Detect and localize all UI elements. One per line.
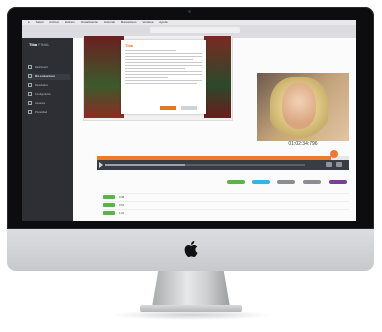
menu-item-historial[interactable]: Historial xyxy=(104,20,115,24)
document-logo: Tiba xyxy=(125,43,134,48)
participant-face xyxy=(282,83,316,129)
sidebar-item-resultados[interactable]: Resultados xyxy=(28,83,70,89)
recorded-website-right xyxy=(204,36,231,118)
tag-pill[interactable] xyxy=(303,180,321,184)
gear-icon xyxy=(28,92,32,97)
menu-item-safari[interactable]: Safari xyxy=(36,20,44,24)
recorded-document-modal: Tiba xyxy=(121,40,206,114)
menu-item-archivo[interactable]: Archivo xyxy=(49,20,59,24)
menu-item-visualizacion[interactable]: Visualización xyxy=(81,20,98,24)
apple-logo-icon xyxy=(184,241,198,257)
sidebar-item-privacidad[interactable]: Privacidad xyxy=(28,110,70,116)
list-icon xyxy=(28,74,32,79)
volume-level xyxy=(105,164,185,166)
play-icon[interactable] xyxy=(99,162,103,168)
tag-pill[interactable] xyxy=(277,180,295,184)
document-cancel-button xyxy=(181,106,197,110)
annotation-tag xyxy=(103,211,115,216)
dashboard-icon xyxy=(28,65,32,70)
chart-icon xyxy=(28,83,32,88)
recorded-website-left xyxy=(84,36,124,118)
tag-pill[interactable] xyxy=(252,180,270,184)
volume-slider[interactable] xyxy=(105,164,305,166)
tag-pill[interactable] xyxy=(227,180,245,184)
monitor-stand xyxy=(152,271,230,307)
settings-icon[interactable] xyxy=(326,162,332,167)
browser-tab[interactable] xyxy=(150,27,240,33)
apple-menu-icon[interactable]: ● xyxy=(28,20,30,24)
monitor-foot xyxy=(140,305,242,312)
sidebar-item-dashboard[interactable]: Dashboard xyxy=(28,65,70,71)
sidebar-item-usuarios[interactable]: Usuarios xyxy=(28,101,70,107)
webcam-icon xyxy=(188,10,191,13)
lock-icon xyxy=(28,110,32,115)
video-timecode: 01:02:34:796 xyxy=(288,141,318,147)
fullscreen-icon[interactable] xyxy=(336,162,342,167)
menu-item-edicion[interactable]: Edición xyxy=(65,20,75,24)
document-accept-button xyxy=(160,106,176,110)
annotation-tag xyxy=(103,203,115,208)
annotation-row[interactable]: 0:48 xyxy=(103,193,349,201)
timeline-scrubber[interactable] xyxy=(330,150,338,158)
annotation-row[interactable]: 1:02 xyxy=(103,209,349,217)
annotation-tag xyxy=(103,195,115,200)
user-icon xyxy=(28,101,32,106)
menu-item-marcadores[interactable]: Marcadores xyxy=(121,20,137,24)
annotation-row[interactable]: 0:51 xyxy=(103,201,349,209)
menu-item-ayuda[interactable]: Ayuda xyxy=(159,20,167,24)
brand-logo: Tiba FINAL xyxy=(29,42,50,47)
sidebar-item-configuracion[interactable]: Configuración xyxy=(28,92,70,98)
sidebar-item-evaluaciones[interactable]: Mis evaluaciones xyxy=(28,74,70,80)
tag-pill[interactable] xyxy=(329,180,347,184)
menu-item-ventana[interactable]: Ventana xyxy=(142,20,153,24)
